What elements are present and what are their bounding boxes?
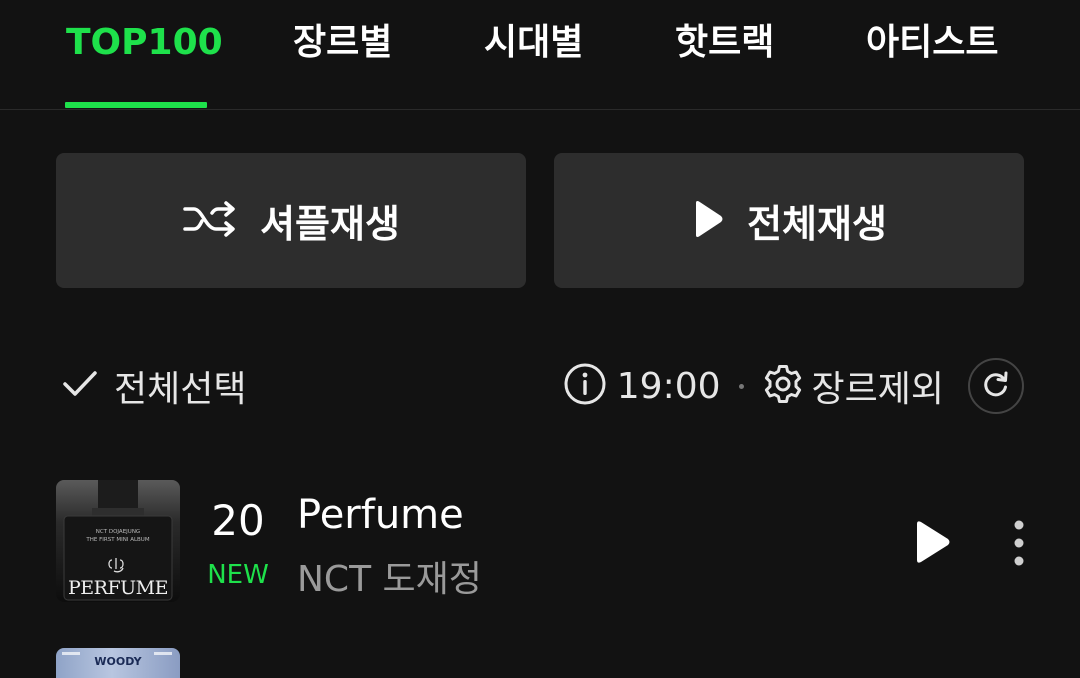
select-all-label: 전체선택 — [114, 369, 247, 410]
tab-genre[interactable]: 장르별 — [293, 18, 392, 68]
active-tab-indicator — [65, 102, 207, 108]
track-row[interactable]: NCT DOJAEJUNG THE FIRST MINI ALBUM PERFU… — [0, 478, 1080, 604]
track-play-button[interactable] — [910, 518, 954, 566]
info-icon[interactable] — [563, 362, 607, 410]
cover-line-2: THE FIRST MINI ALBUM — [85, 537, 149, 543]
shuffle-play-button[interactable]: 셔플재생 — [56, 153, 526, 288]
refresh-icon — [982, 370, 1010, 402]
play-all-label: 전체재생 — [747, 202, 887, 246]
track-more-button[interactable] — [1005, 518, 1033, 568]
tab-era[interactable]: 시대별 — [484, 18, 583, 68]
cover-line-1: NCT DOJAEJUNG — [96, 529, 140, 535]
next-cover-label: WOODY — [94, 655, 142, 668]
new-badge: NEW — [207, 560, 269, 590]
select-all-button[interactable]: 전체선택 — [62, 355, 246, 417]
shuffle-icon — [182, 199, 238, 243]
play-icon — [910, 521, 954, 570]
tab-artist[interactable]: 아티스트 — [866, 18, 998, 68]
tab-top100[interactable]: TOP100 — [66, 18, 223, 68]
list-toolbar: 전체선택 19:00 장르제외 — [0, 355, 1080, 417]
refresh-button[interactable] — [968, 358, 1024, 414]
more-vertical-icon — [1005, 520, 1033, 572]
track-title[interactable]: Perfume — [297, 492, 464, 538]
chart-update-time: 19:00 — [616, 365, 721, 407]
next-album-cover[interactable]: WOODY — [56, 648, 180, 678]
album-cover[interactable]: NCT DOJAEJUNG THE FIRST MINI ALBUM PERFU… — [56, 480, 180, 602]
play-all-button[interactable]: 전체재생 — [554, 153, 1024, 288]
shuffle-play-label: 셔플재생 — [260, 202, 400, 246]
tab-hot-track[interactable]: 핫트랙 — [675, 18, 774, 68]
gear-icon[interactable] — [762, 363, 804, 409]
top-tab-bar: TOP100 장르별 시대별 핫트랙 아티스트 — [0, 0, 1080, 110]
play-icon — [691, 199, 725, 243]
track-rank: 20 — [211, 496, 265, 545]
check-icon — [62, 369, 98, 403]
cover-title: PERFUME — [68, 577, 168, 599]
separator-dot — [738, 383, 744, 389]
genre-exclude-button[interactable]: 장르제외 — [812, 360, 944, 412]
track-artist[interactable]: NCT 도재정 — [297, 550, 482, 602]
